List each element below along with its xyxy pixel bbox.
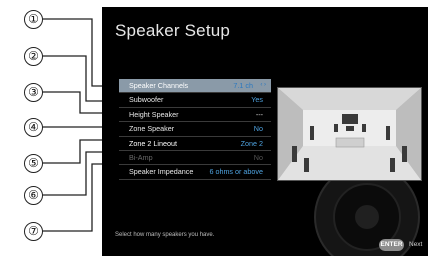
menu-item-height-speaker[interactable]: Height Speaker ---	[119, 108, 271, 123]
osd-screen: Speaker Setup Speaker Channels 7.1 ch ‹ …	[102, 7, 428, 256]
speaker-layout-preview	[277, 87, 422, 181]
menu-item-value: No	[253, 152, 263, 162]
page-title: Speaker Setup	[115, 21, 231, 40]
menu-item-label: Speaker Channels	[129, 81, 189, 90]
menu-item-label: Height Speaker	[129, 109, 179, 119]
left-right-arrows-icon[interactable]: ‹ ›	[260, 79, 266, 92]
menu-item-zone2-lineout[interactable]: Zone 2 Lineout Zone 2	[119, 137, 271, 151]
callout-1: ①	[24, 10, 43, 29]
menu-item-label: Zone 2 Lineout	[129, 138, 177, 148]
menu-item-value: Zone 2	[240, 138, 263, 148]
menu-item-speaker-impedance[interactable]: Speaker Impedance 6 ohms or above	[119, 165, 271, 180]
menu-item-value: 7.1 ch	[233, 81, 253, 90]
menu-item-subwoofer[interactable]: Subwoofer Yes	[119, 93, 271, 108]
callout-3: ③	[24, 83, 43, 102]
menu-item-value: ---	[255, 109, 263, 119]
menu-item-label: Bi-Amp	[129, 152, 153, 162]
speaker-setup-menu: Speaker Channels 7.1 ch ‹ › Subwoofer Ye…	[119, 79, 271, 180]
menu-item-value: 6 ohms or above	[209, 167, 263, 177]
callout-2: ②	[24, 47, 43, 66]
callout-6: ⑥	[24, 186, 43, 205]
menu-item-zone-speaker[interactable]: Zone Speaker No	[119, 122, 271, 137]
menu-item-value: Yes	[251, 95, 263, 105]
menu-item-label: Subwoofer	[129, 95, 164, 105]
callout-5: ⑤	[24, 154, 43, 173]
enter-button[interactable]: ENTER	[379, 239, 404, 251]
help-text: Select how many speakers you have.	[115, 232, 215, 238]
menu-item-label: Zone Speaker	[129, 124, 175, 134]
menu-item-label: Speaker Impedance	[129, 167, 194, 177]
next-label: Next	[409, 241, 423, 248]
menu-item-value: No	[253, 124, 263, 134]
menu-item-bi-amp[interactable]: Bi-Amp No	[119, 151, 271, 166]
callout-4: ④	[24, 118, 43, 137]
menu-item-speaker-channels[interactable]: Speaker Channels 7.1 ch ‹ ›	[119, 79, 271, 94]
callout-7: ⑦	[24, 222, 43, 241]
